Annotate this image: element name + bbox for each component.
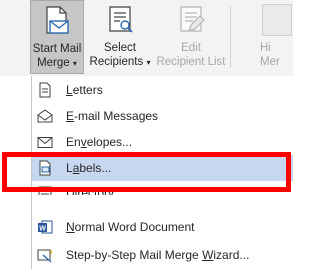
mailings-ribbon: Start Mail Merge ▾ Select Recipients ▾ E… — [0, 0, 293, 76]
select-recipients-button[interactable]: Select Recipients ▾ — [88, 0, 152, 74]
start-mail-merge-icon — [46, 6, 69, 34]
email-icon — [37, 109, 53, 123]
start-mail-merge-button[interactable]: Start Mail Merge ▾ — [30, 0, 84, 74]
select-recipients-label-2: Recipients — [89, 56, 144, 68]
menu-item-label: E-mail Messages — [66, 109, 159, 123]
menu-item-label: Letters — [66, 83, 103, 97]
start-mail-merge-label-1: Start Mail — [32, 43, 82, 55]
start-mail-merge-label-2: Merge — [37, 57, 70, 69]
chevron-down-icon: ▾ — [72, 59, 77, 68]
highlight-merge-fields-button[interactable]: Hi Mer — [236, 0, 293, 74]
svg-text:W: W — [39, 226, 46, 233]
menu-item-email-messages[interactable]: E-mail Messages — [32, 103, 293, 129]
envelope-icon — [37, 137, 53, 148]
edit-recipient-list-label-2: Recipient List — [156, 56, 226, 68]
menu-item-label: Normal Word Document — [66, 220, 195, 234]
word-document-icon: W — [38, 220, 53, 234]
edit-recipient-list-icon — [180, 6, 205, 32]
menu-item-normal-word-document[interactable]: W Normal Word Document — [32, 214, 293, 240]
menu-item-letters[interactable]: Letters — [32, 77, 293, 103]
menu-item-label: Envelopes... — [66, 135, 133, 149]
menu-item-label: Step-by-Step Mail Merge Wizard... — [66, 248, 250, 262]
chevron-down-icon: ▾ — [146, 58, 151, 67]
edit-recipient-list-label-1: Edit — [181, 42, 201, 54]
red-highlight-box — [2, 152, 291, 192]
select-recipients-icon — [109, 6, 133, 33]
highlight-merge-fields-label-2: Mer — [260, 56, 280, 68]
ribbon-separator — [230, 6, 231, 68]
wizard-icon — [37, 249, 53, 263]
menu-item-mail-merge-wizard[interactable]: Step-by-Step Mail Merge Wizard... — [32, 242, 293, 268]
select-recipients-label-1: Select — [104, 42, 136, 54]
highlight-merge-fields-icon — [262, 4, 292, 36]
highlight-merge-fields-label-1: Hi — [260, 42, 271, 54]
letters-icon — [39, 82, 51, 98]
edit-recipient-list-button[interactable]: Edit Recipient List — [154, 0, 228, 74]
